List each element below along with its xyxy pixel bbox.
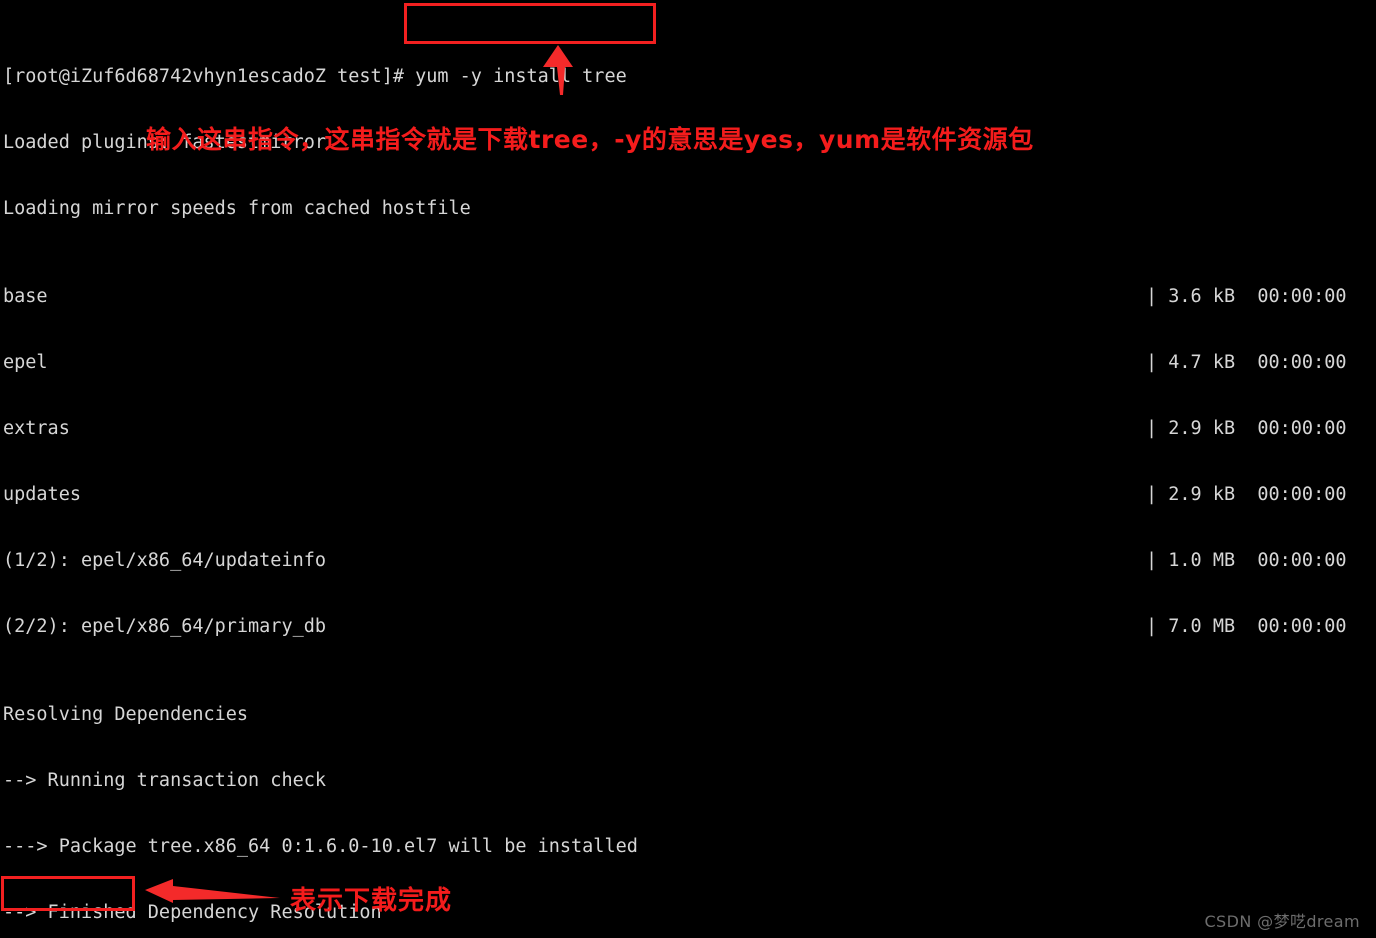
repo-size-time: | 4.7 kB 00:00:00 bbox=[1146, 352, 1347, 373]
terminal-line-repo: updates | 2.9 kB 00:00:00 bbox=[0, 484, 1376, 506]
line-text: ---> Package tree.x86_64 0:1.6.0-10.el7 … bbox=[3, 836, 638, 857]
terminal-line-command: [root@iZuf6d68742vhyn1escadoZ test]# yum… bbox=[0, 66, 1376, 88]
annotation-bottom-note: 表示下载完成 bbox=[290, 886, 453, 916]
terminal-line: --> Running transaction check bbox=[0, 770, 1376, 792]
repo-size-time: | 3.6 kB 00:00:00 bbox=[1146, 286, 1347, 307]
repo-size-time: | 2.9 kB 00:00:00 bbox=[1146, 418, 1347, 439]
repo-size-time: | 7.0 MB 00:00:00 bbox=[1146, 616, 1347, 637]
line-text: epel bbox=[3, 352, 48, 373]
terminal-line: --> Finished Dependency Resolution bbox=[0, 902, 1376, 924]
prompt-and-command: [root@iZuf6d68742vhyn1escadoZ test]# yum… bbox=[3, 66, 627, 87]
terminal-line-repo: extras | 2.9 kB 00:00:00 bbox=[0, 418, 1376, 440]
line-text: (1/2): epel/x86_64/updateinfo bbox=[3, 550, 327, 571]
terminal-screenshot: [root@iZuf6d68742vhyn1escadoZ test]# yum… bbox=[0, 0, 1376, 938]
line-text: Loading mirror speeds from cached hostfi… bbox=[3, 198, 471, 219]
line-text: Resolving Dependencies bbox=[3, 704, 249, 725]
terminal-line: Resolving Dependencies bbox=[0, 704, 1376, 726]
annotation-top-note: 输入这串指令，这串指令就是下载tree，-y的意思是yes，yum是软件资源包 bbox=[146, 125, 1034, 154]
line-text: (2/2): epel/x86_64/primary_db bbox=[3, 616, 327, 637]
terminal-line-repo: base | 3.6 kB 00:00:00 bbox=[0, 286, 1376, 308]
watermark: CSDN @梦呓dream bbox=[1204, 912, 1360, 931]
terminal-line: ---> Package tree.x86_64 0:1.6.0-10.el7 … bbox=[0, 836, 1376, 858]
line-text: updates bbox=[3, 484, 81, 505]
line-text: --> Running transaction check bbox=[3, 770, 327, 791]
terminal-line-repo: (2/2): epel/x86_64/primary_db | 7.0 MB 00… bbox=[0, 616, 1376, 638]
line-text: extras bbox=[3, 418, 70, 439]
repo-size-time: | 2.9 kB 00:00:00 bbox=[1146, 484, 1347, 505]
line-text: base bbox=[3, 286, 48, 307]
terminal-line-repo: epel | 4.7 kB 00:00:00 bbox=[0, 352, 1376, 374]
terminal-line: Loading mirror speeds from cached hostfi… bbox=[0, 198, 1376, 220]
repo-size-time: | 1.0 MB 00:00:00 bbox=[1146, 550, 1347, 571]
terminal-line-repo: (1/2): epel/x86_64/updateinfo | 1.0 MB 00… bbox=[0, 550, 1376, 572]
